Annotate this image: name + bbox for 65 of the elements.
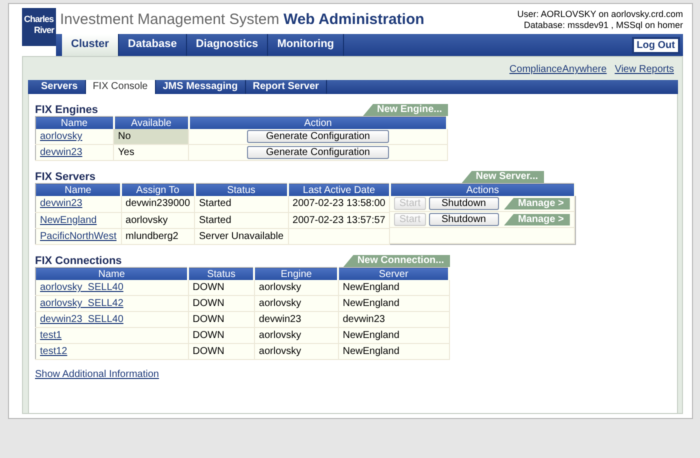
table-cell: DOWN	[188, 280, 254, 296]
column-header: Name	[36, 184, 122, 196]
server-link[interactable]: devwin23	[40, 198, 82, 210]
table-cell: Started	[194, 196, 288, 212]
header-link[interactable]: View Reports	[614, 64, 674, 75]
table-cell: DOWN	[188, 344, 254, 360]
section-title: FIX Servers	[35, 171, 96, 183]
column-header: Name	[36, 116, 114, 129]
column-header: Action	[188, 116, 447, 129]
logo-text: Charles	[24, 14, 54, 25]
server-link[interactable]: NewEngland	[40, 214, 97, 226]
connection-link[interactable]: devwin23_SELL40	[40, 314, 124, 325]
table-cell: Started	[194, 212, 288, 228]
table-cell: DOWN	[188, 296, 254, 312]
table-cell: devwin23	[338, 312, 449, 328]
engine-link[interactable]: devwin23	[40, 147, 82, 158]
logout-button[interactable]: Log Out	[632, 36, 680, 54]
logo-text: River	[32, 25, 54, 36]
user-info: User: AORLOVSKY on aorlovsky.crd.com	[517, 9, 683, 20]
sub-tab[interactable]: FIX Console	[86, 80, 156, 94]
shutdown-button[interactable]: Shutdown	[428, 213, 499, 226]
connection-link[interactable]: test12	[40, 346, 68, 357]
generate-button[interactable]: Generate Configuration	[246, 146, 389, 159]
section-title: FIX Connections	[35, 255, 122, 267]
table-cell: No	[114, 129, 189, 144]
column-header: Available	[114, 116, 189, 129]
table-cell: aorlovsky	[254, 344, 338, 360]
connection-link[interactable]: test1	[40, 330, 62, 341]
footer-link[interactable]: Show Additional Information	[35, 369, 159, 380]
column-header: Server	[338, 268, 449, 280]
database-info: Database: mssdev91 , MSSql on homer	[522, 20, 683, 31]
table-cell: NewEngland	[338, 344, 449, 360]
table-cell: devwin239000	[121, 196, 195, 212]
shutdown-button[interactable]: Shutdown	[428, 197, 499, 210]
column-header: Name	[36, 268, 188, 280]
column-header: Assign To	[121, 184, 195, 196]
table-cell: aorlovsky	[254, 328, 338, 344]
header-link[interactable]: ComplianceAnywhere	[509, 64, 607, 75]
table-cell: aorlovsky	[121, 212, 195, 228]
table-cell: Yes	[114, 144, 189, 160]
section-title: FIX Engines	[35, 104, 98, 116]
connection-link[interactable]: aorlovsky_SELL42	[40, 298, 124, 309]
table-cell: 2007-02-23 13:57:57	[288, 212, 390, 228]
table-cell: DOWN	[188, 312, 254, 328]
connection-link[interactable]: aorlovsky_SELL40	[40, 282, 124, 293]
column-header: Status	[194, 184, 288, 196]
column-header: Actions	[390, 184, 576, 196]
table-cell: mlundberg2	[121, 228, 195, 244]
table-cell: aorlovsky	[254, 280, 338, 296]
table-cell: NewEngland	[338, 280, 449, 296]
column-header: Engine	[254, 268, 338, 280]
table-cell: devwin23	[254, 312, 338, 328]
server-link[interactable]: PacificNorthWest	[40, 230, 117, 242]
table-cell: 2007-02-23 13:58:00	[288, 196, 390, 212]
engine-link[interactable]: aorlovsky	[40, 131, 82, 142]
column-header: Last Active Date	[288, 184, 390, 196]
table-cell: NewEngland	[338, 296, 449, 312]
table-cell: NewEngland	[338, 328, 449, 344]
table-cell: Server Unavailable	[194, 228, 288, 244]
table-cell: aorlovsky	[254, 296, 338, 312]
nav-tab[interactable]: Cluster	[62, 34, 119, 56]
generate-button[interactable]: Generate Configuration	[246, 130, 389, 143]
column-header: Status	[188, 268, 254, 280]
app-title: Investment Management System Web Administration	[59, 10, 424, 30]
table-cell: DOWN	[188, 328, 254, 344]
